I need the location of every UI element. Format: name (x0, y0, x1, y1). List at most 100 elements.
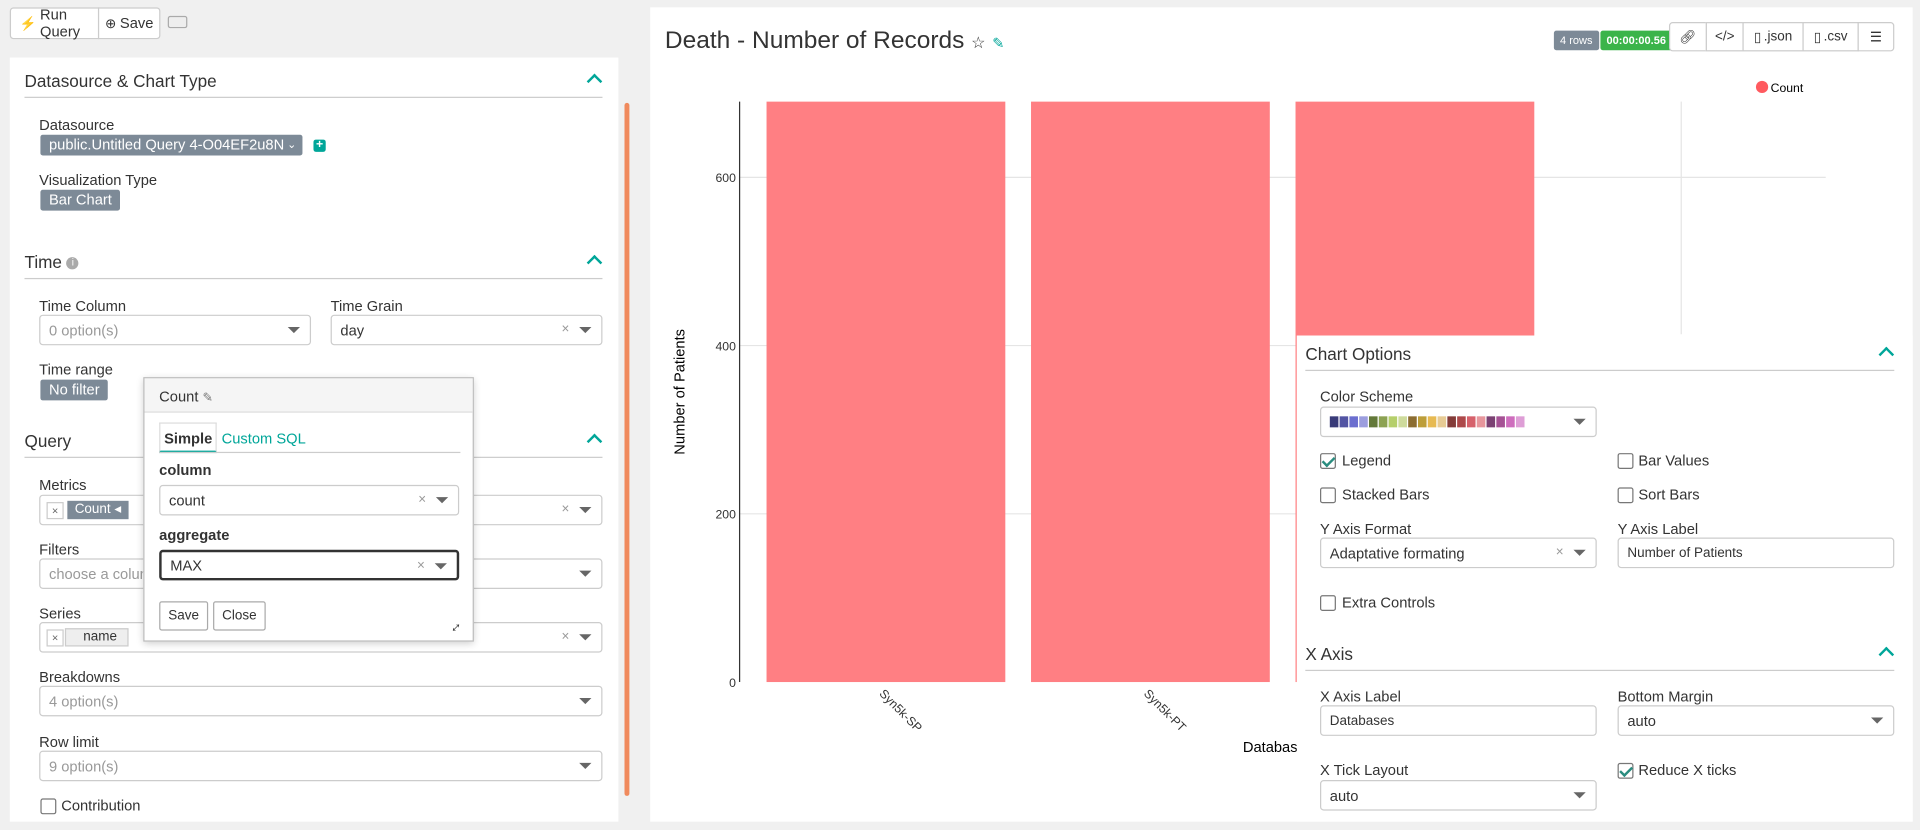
y-axis-format-label: Y Axis Format (1320, 520, 1412, 538)
run-query-button[interactable]: ⚡ Run Query (9, 6, 100, 40)
reduce-x-ticks-checkbox[interactable] (1617, 762, 1634, 779)
datasource-select[interactable]: public.Untitled Query 4-O04EF2u8N ⌄ (40, 134, 303, 156)
popover-title[interactable]: Count ✎ (159, 388, 213, 405)
star-icon[interactable]: ☆ (971, 33, 985, 51)
legend-label: Legend (1342, 451, 1392, 469)
tab-simple[interactable]: Simple (159, 422, 218, 454)
y-axis-label-label: Y Axis Label (1617, 520, 1699, 538)
time-range-select[interactable]: No filter (40, 379, 109, 401)
row-limit-select[interactable]: 9 option(s) (39, 750, 603, 782)
color-swatch (1408, 416, 1417, 428)
color-swatch (1447, 416, 1456, 428)
series-tag[interactable]: name (64, 628, 128, 647)
y-axis-label-input[interactable]: Number of Patients (1617, 537, 1895, 569)
caret-down-icon (1573, 792, 1586, 799)
visualization-type-select[interactable]: Bar Chart (40, 189, 121, 211)
x-axis-label-input[interactable]: Databases (1320, 705, 1597, 736)
pencil-icon[interactable]: ✎ (203, 392, 213, 405)
clear-icon[interactable]: × (562, 629, 570, 644)
keyboard-icon[interactable] (167, 15, 188, 29)
clear-icon[interactable]: × (562, 322, 570, 337)
caret-down-icon (1871, 717, 1884, 724)
y-axis-format-select[interactable]: Adaptative formating × (1320, 537, 1597, 569)
chart-title: Death - Number of Records ☆ ✎ (664, 26, 1005, 54)
color-swatch (1457, 416, 1466, 428)
bar-values-checkbox[interactable] (1617, 453, 1634, 469)
section-title-query[interactable]: Query (24, 431, 71, 451)
stacked-bars-label: Stacked Bars (1342, 486, 1430, 504)
sort-bars-checkbox[interactable] (1617, 487, 1634, 504)
clear-icon[interactable]: × (418, 492, 426, 507)
breakdowns-select[interactable]: 4 option(s) (39, 685, 603, 717)
legend-checkbox[interactable] (1320, 453, 1336, 469)
bolt-icon: ⚡ (19, 16, 37, 32)
link-button[interactable]: 🔗︎ (1668, 22, 1707, 52)
section-title-datasource[interactable]: Datasource & Chart Type (24, 71, 216, 91)
color-swatch (1349, 416, 1358, 428)
caret-left-icon: ◂ (114, 502, 122, 517)
contribution-label: Contribution (61, 797, 141, 815)
csv-button[interactable]: ▯ .csv (1802, 22, 1859, 52)
clear-icon[interactable]: × (562, 502, 570, 517)
series-label: Series (39, 604, 81, 623)
color-scheme-select[interactable] (1320, 406, 1597, 438)
extra-controls-checkbox[interactable] (1320, 595, 1336, 612)
color-swatch (1368, 416, 1378, 428)
metric-tag[interactable]: Count ◂ (67, 500, 129, 520)
menu-button[interactable]: ☰ (1857, 22, 1895, 52)
edit-icon[interactable]: ✎ (992, 34, 1004, 51)
popover-close-button[interactable]: Close (213, 601, 266, 631)
hamburger-icon: ☰ (1869, 30, 1882, 45)
x-tick-layout-select[interactable]: auto (1320, 780, 1597, 811)
stacked-bars-checkbox[interactable] (1320, 487, 1336, 504)
clear-icon[interactable]: × (1556, 545, 1564, 560)
json-button[interactable]: ▯ .json (1742, 22, 1804, 52)
time-column-select[interactable]: 0 option(s) (39, 314, 312, 346)
color-swatch (1427, 416, 1437, 428)
section-title-chart-options[interactable]: Chart Options (1305, 344, 1411, 364)
x-tick-label: Syn5k-SP (876, 687, 924, 735)
tab-custom-sql[interactable]: Custom SQL (222, 430, 306, 447)
caret-down-icon (579, 697, 592, 705)
section-title-time[interactable]: Time i (24, 252, 79, 272)
color-swatch (1378, 416, 1388, 428)
clear-icon[interactable]: × (417, 558, 425, 573)
color-swatch (1506, 416, 1515, 428)
remove-metric-icon[interactable]: × (46, 502, 64, 520)
tab-underline (159, 451, 461, 454)
file-icon: ▯ (1813, 30, 1822, 45)
chevron-down-icon: ⌄ (287, 138, 297, 151)
bottom-margin-select[interactable]: auto (1617, 705, 1895, 736)
x-tick-layout-label: X Tick Layout (1320, 761, 1409, 779)
resize-icon[interactable]: ↕ (448, 618, 465, 635)
color-swatch (1496, 416, 1505, 428)
save-button[interactable]: ⊕ Save (97, 7, 161, 40)
color-swatch (1476, 416, 1486, 428)
code-icon: </> (1714, 29, 1735, 45)
embed-button[interactable]: </> (1705, 22, 1744, 52)
panel-scrollbar[interactable] (624, 102, 630, 796)
time-grain-select[interactable]: day × (330, 314, 603, 346)
popover-save-button[interactable]: Save (159, 601, 209, 631)
time-column-label: Time Column (39, 297, 127, 315)
row-count-badge: 4 rows (1553, 30, 1599, 51)
y-axis-title: Number of Patients (672, 329, 688, 455)
caret-down-icon (1573, 549, 1586, 556)
remove-series-icon[interactable]: × (46, 629, 64, 647)
extra-controls-label: Extra Controls (1342, 593, 1436, 612)
add-datasource-icon[interactable]: + (313, 139, 326, 152)
column-select[interactable]: count × (159, 484, 460, 516)
contribution-checkbox[interactable] (40, 798, 57, 815)
file-icon: ▯ (1753, 30, 1762, 45)
breakdowns-label: Breakdowns (39, 668, 121, 686)
row-limit-label: Row limit (39, 733, 99, 751)
color-swatch (1466, 416, 1476, 428)
y-tick-label: 600 (716, 171, 737, 185)
link-icon: 🔗︎ (1679, 30, 1697, 45)
y-tick-label: 200 (716, 508, 737, 522)
plus-circle-icon: ⊕ (104, 16, 117, 32)
section-title-x-axis[interactable]: X Axis (1305, 644, 1353, 664)
color-swatch (1437, 416, 1447, 428)
aggregate-select[interactable]: MAX × (159, 549, 460, 581)
aggregate-label: aggregate (159, 526, 230, 544)
